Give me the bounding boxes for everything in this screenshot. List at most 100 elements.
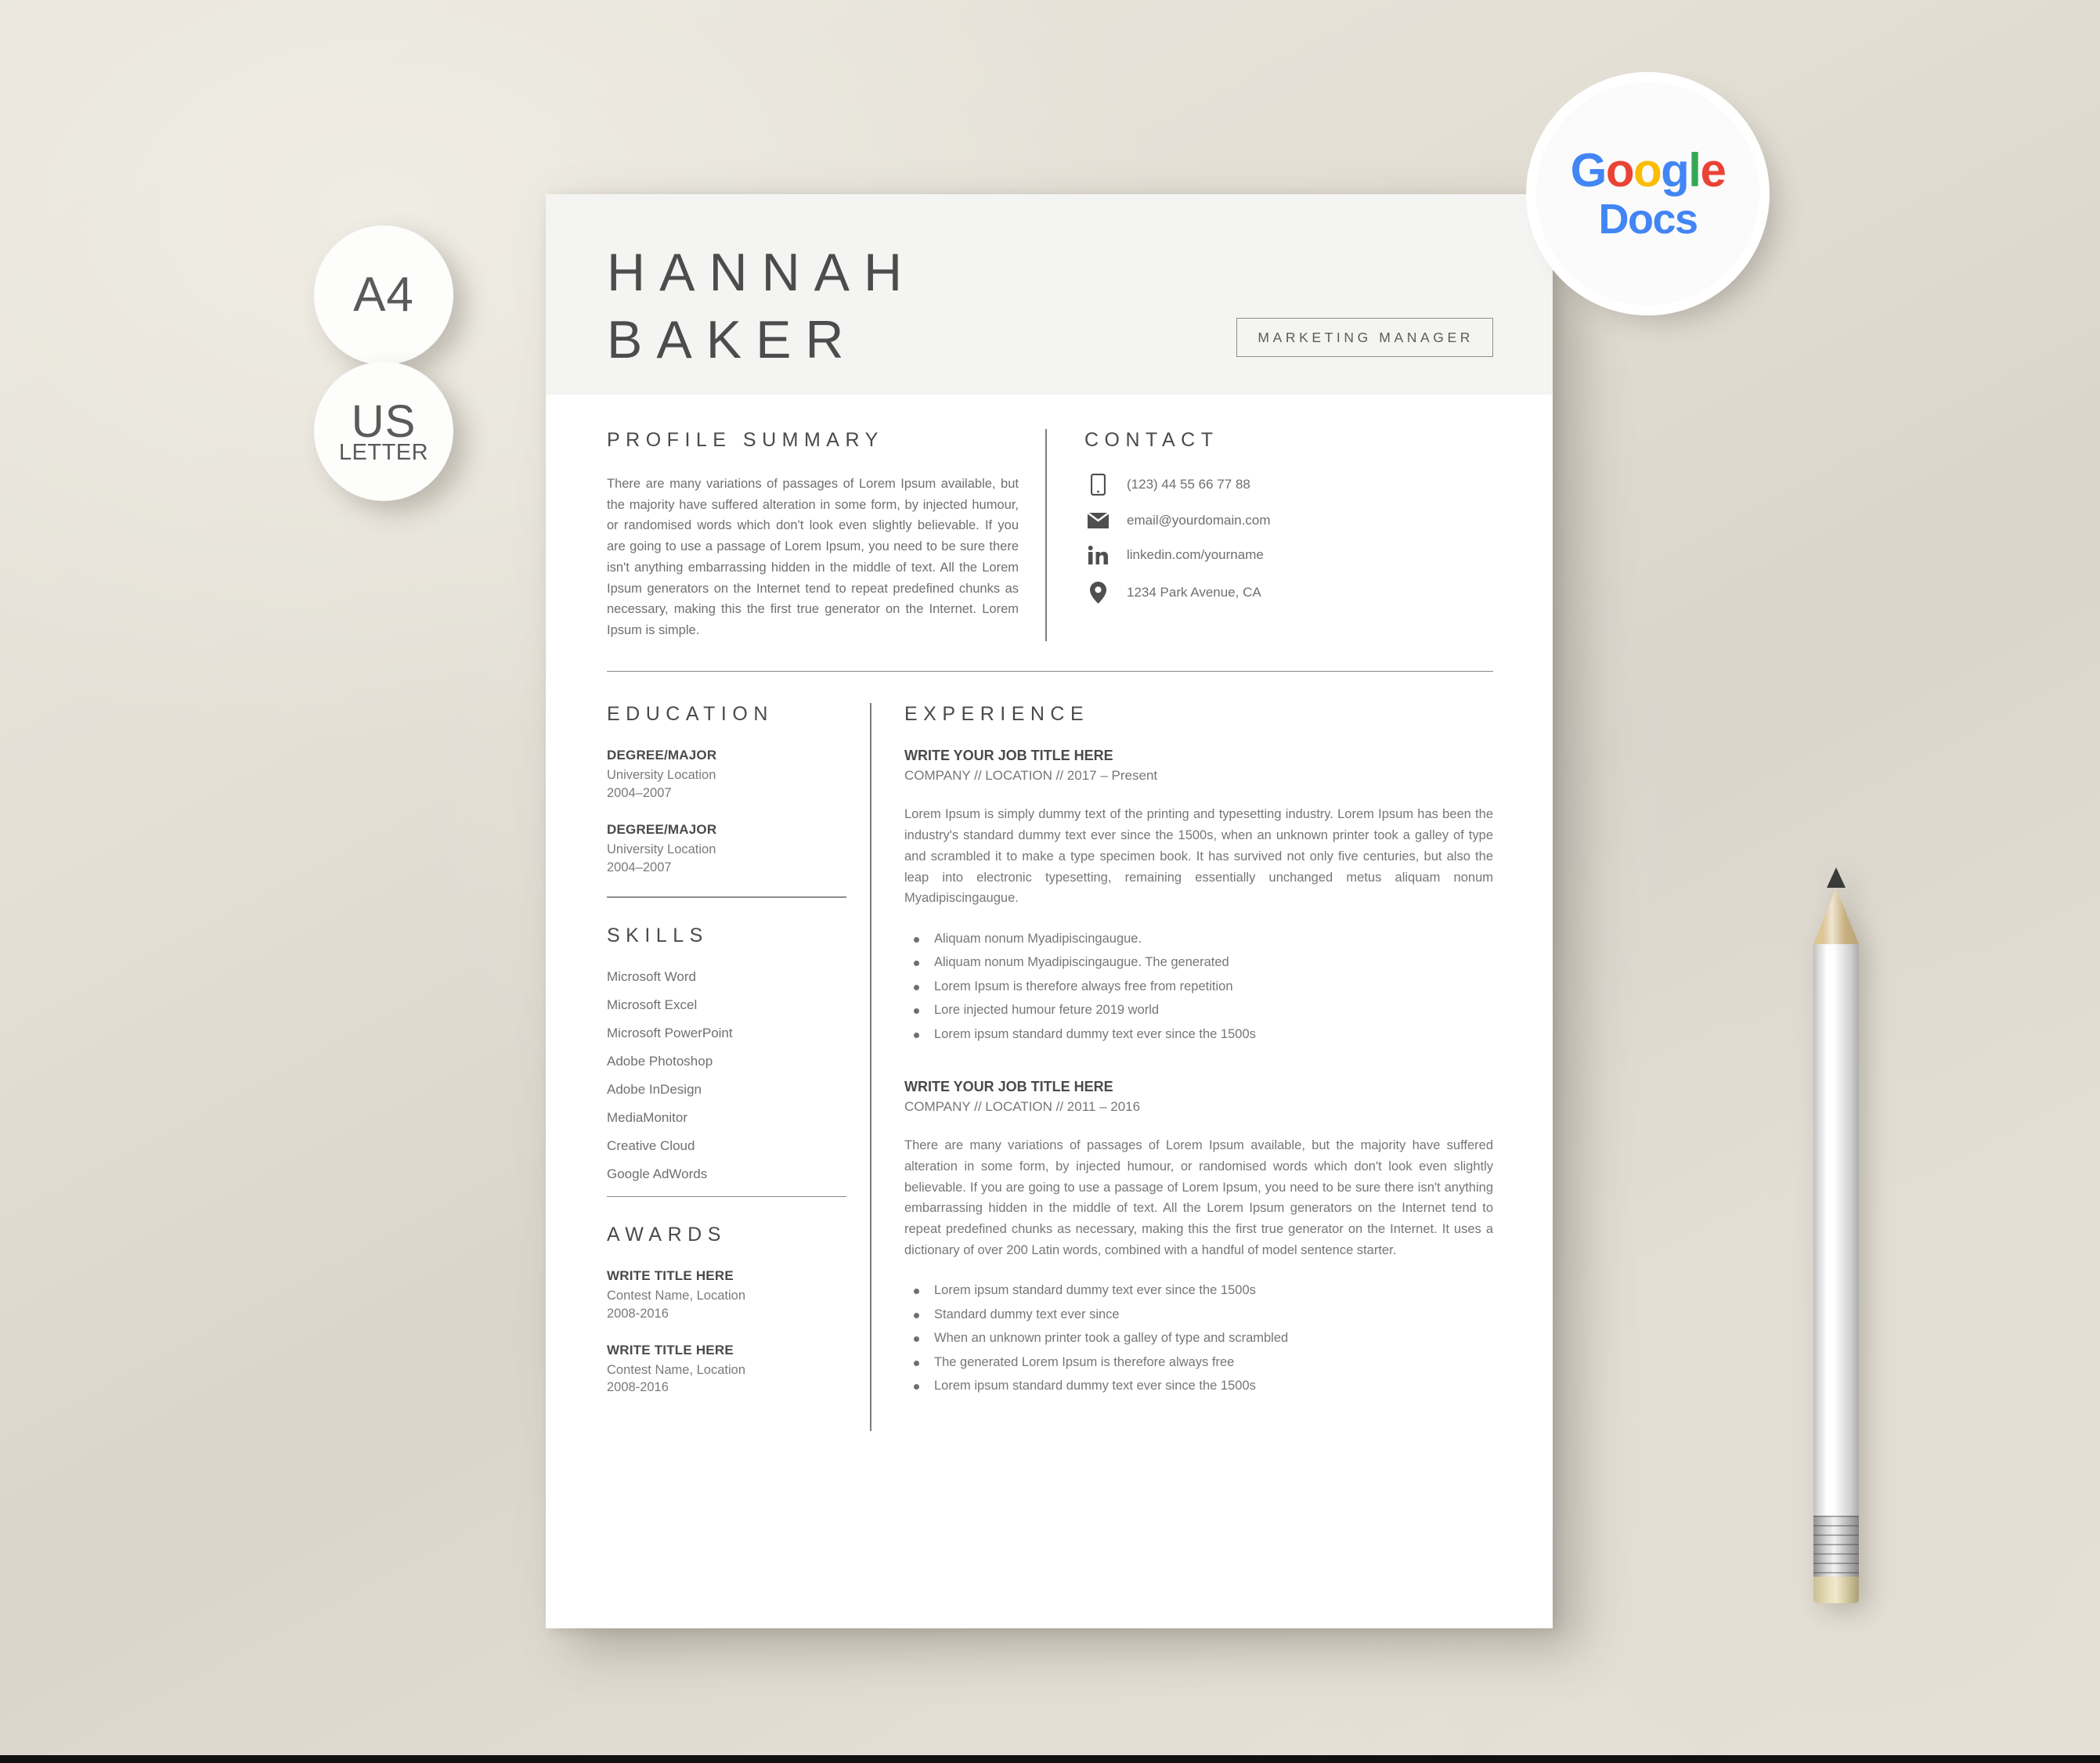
job-bullet: Aliquam nonum Myadipiscingaugue. The gen… xyxy=(904,954,1493,971)
skill-item: Adobe Photoshop xyxy=(607,1053,713,1069)
education-degree: DEGREE/MAJOR xyxy=(607,748,717,763)
contact-row-linkedin: linkedin.com/yourname xyxy=(1084,546,1271,564)
skill-item: Google AdWords xyxy=(607,1166,708,1181)
job-bullet-list: Lorem ipsum standard dummy text ever sin… xyxy=(904,1282,1493,1394)
badge-a4: A4 xyxy=(314,225,453,365)
education-years: 2004–2007 xyxy=(607,860,672,874)
contact-row-phone: (123) 44 55 66 77 88 xyxy=(1084,474,1271,496)
contact-value-address: 1234 Park Avenue, CA xyxy=(1127,585,1261,600)
google-docs-label: Docs xyxy=(1598,195,1698,243)
skill-item: MediaMonitor xyxy=(607,1109,687,1125)
google-letter-l: l xyxy=(1688,144,1701,197)
google-letter-g2: g xyxy=(1661,144,1690,197)
skill-item: Microsoft Excel xyxy=(607,997,698,1012)
profile-contact-section: PROFILE SUMMARY There are many variation… xyxy=(546,395,1553,641)
profile-summary-text: There are many variations of passages of… xyxy=(607,477,1019,638)
job-bullet-list: Aliquam nonum Myadipiscingaugue. Aliquam… xyxy=(904,931,1493,1043)
award-contest: Contest Name, Location xyxy=(607,1289,746,1303)
resume-body: EDUCATION DEGREE/MAJOR University Locati… xyxy=(546,672,1553,1431)
contact-column: CONTACT (123) 44 55 66 77 88 email@yourd… xyxy=(1045,429,1271,641)
contact-value-linkedin: linkedin.com/yourname xyxy=(1127,547,1264,562)
badge-us-label: US xyxy=(351,395,417,447)
badge-letter-label: LETTER xyxy=(338,439,429,465)
award-years: 2008-2016 xyxy=(607,1380,669,1395)
skill-item: Creative Cloud xyxy=(607,1137,695,1153)
job-bullet: Aliquam nonum Myadipiscingaugue. xyxy=(904,931,1493,947)
job-bullet: The generated Lorem Ipsum is therefore a… xyxy=(904,1354,1493,1371)
education-skills-divider xyxy=(607,896,846,898)
phone-icon xyxy=(1084,474,1111,496)
job-bullet: Lore injected humour feture 2019 world xyxy=(904,1002,1493,1019)
left-column: EDUCATION DEGREE/MAJOR University Locati… xyxy=(607,703,870,1430)
linkedin-icon xyxy=(1084,546,1111,564)
candidate-name: HANNAH BAKER xyxy=(607,246,916,366)
location-pin-icon xyxy=(1084,582,1111,604)
pencil-ferrule xyxy=(1813,1516,1859,1577)
job-title: WRITE YOUR JOB TITLE HERE xyxy=(904,1079,1113,1095)
contact-value-phone: (123) 44 55 66 77 88 xyxy=(1127,477,1250,492)
job-description: Lorem Ipsum is simply dummy text of the … xyxy=(904,807,1493,906)
contact-list: (123) 44 55 66 77 88 email@yourdomain.co… xyxy=(1084,474,1271,604)
education-entry: DEGREE/MAJOR University Location 2004–20… xyxy=(607,748,846,802)
job-bullet: Lorem ipsum standard dummy text ever sin… xyxy=(904,1378,1493,1394)
job-meta: COMPANY // LOCATION // 2017 – Present xyxy=(904,768,1158,784)
education-degree: DEGREE/MAJOR xyxy=(607,822,717,838)
award-years: 2008-2016 xyxy=(607,1306,669,1321)
resume-header: HANNAH BAKER MARKETING MANAGER xyxy=(546,194,1553,395)
google-letter-o1: o xyxy=(1605,144,1635,197)
education-school: University Location xyxy=(607,842,716,857)
education-heading: EDUCATION xyxy=(607,703,774,726)
skill-item: Microsoft Word xyxy=(607,968,696,984)
pencil-wood-cone xyxy=(1813,888,1859,944)
badge-us-letter: US LETTER xyxy=(314,362,453,501)
experience-entry: WRITE YOUR JOB TITLE HERE COMPANY // LOC… xyxy=(904,1079,1493,1395)
pencil-eraser xyxy=(1813,1577,1859,1603)
mockup-scene: A4 US LETTER Google Docs HANNAH BAKER MA… xyxy=(0,0,2100,1763)
skills-awards-divider xyxy=(607,1195,846,1198)
profile-summary-heading: PROFILE SUMMARY xyxy=(607,429,884,451)
pencil-graphite-tip xyxy=(1827,867,1846,888)
award-entry: WRITE TITLE HERE Contest Name, Location … xyxy=(607,1343,846,1397)
contact-value-email: email@yourdomain.com xyxy=(1127,513,1271,528)
pencil-body xyxy=(1813,944,1859,1516)
job-bullet: Standard dummy text ever since xyxy=(904,1307,1493,1323)
education-years: 2004–2007 xyxy=(607,785,672,800)
job-description: There are many variations of passages of… xyxy=(904,1138,1493,1257)
award-contest: Contest Name, Location xyxy=(607,1362,746,1377)
awards-heading: AWARDS xyxy=(607,1224,727,1246)
award-title: WRITE TITLE HERE xyxy=(607,1268,734,1284)
profile-column: PROFILE SUMMARY There are many variation… xyxy=(607,429,1045,641)
education-entry: DEGREE/MAJOR University Location 2004–20… xyxy=(607,822,846,876)
job-role-badge: MARKETING MANAGER xyxy=(1236,318,1493,357)
job-bullet: Lorem ipsum standard dummy text ever sin… xyxy=(904,1282,1493,1299)
education-school: University Location xyxy=(607,768,716,783)
google-letter-g1: G xyxy=(1570,144,1607,197)
contact-heading: CONTACT xyxy=(1084,429,1219,451)
job-bullet: When an unknown printer took a galley of… xyxy=(904,1330,1493,1347)
first-name: HANNAH xyxy=(607,243,917,302)
pencil-prop xyxy=(1813,867,1859,1603)
last-name: BAKER xyxy=(607,310,858,370)
job-bullet: Lorem Ipsum is therefore always free fro… xyxy=(904,979,1493,995)
skills-heading: SKILLS xyxy=(607,924,709,946)
skill-item: Microsoft PowerPoint xyxy=(607,1025,733,1040)
google-letter-o2: o xyxy=(1633,144,1662,197)
skill-item: Adobe InDesign xyxy=(607,1081,702,1097)
award-title: WRITE TITLE HERE xyxy=(607,1342,734,1357)
resume-page: HANNAH BAKER MARKETING MANAGER PROFILE S… xyxy=(546,194,1553,1628)
badge-a4-label: A4 xyxy=(353,268,414,322)
badge-google-docs: Google Docs xyxy=(1536,82,1759,305)
experience-entry: WRITE YOUR JOB TITLE HERE COMPANY // LOC… xyxy=(904,748,1493,1043)
skills-list: Microsoft Word Microsoft Excel Microsoft… xyxy=(607,969,846,1182)
job-title: WRITE YOUR JOB TITLE HERE xyxy=(904,748,1113,764)
contact-row-address: 1234 Park Avenue, CA xyxy=(1084,582,1271,604)
experience-heading: EXPERIENCE xyxy=(904,703,1090,726)
right-column: EXPERIENCE WRITE YOUR JOB TITLE HERE COM… xyxy=(870,703,1493,1431)
envelope-icon xyxy=(1084,513,1111,528)
contact-row-email: email@yourdomain.com xyxy=(1084,513,1271,528)
google-wordmark: Google xyxy=(1570,144,1727,197)
job-meta: COMPANY // LOCATION // 2011 – 2016 xyxy=(904,1099,1141,1115)
award-entry: WRITE TITLE HERE Contest Name, Location … xyxy=(607,1268,846,1322)
google-letter-e: e xyxy=(1700,144,1726,197)
job-bullet: Lorem ipsum standard dummy text ever sin… xyxy=(904,1026,1493,1043)
